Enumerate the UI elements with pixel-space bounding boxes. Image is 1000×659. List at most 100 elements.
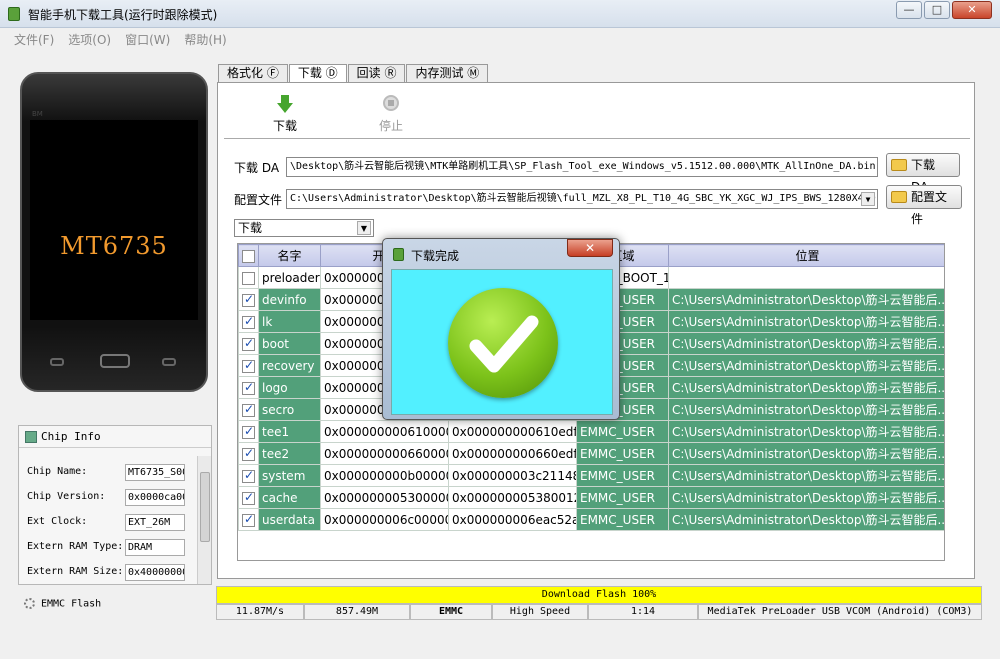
row-checkbox[interactable]: [242, 512, 255, 527]
cell-begin: 0x000000000b000000: [320, 464, 449, 487]
cell-end: 0x000000006eac52a3: [448, 508, 577, 531]
row-checkbox[interactable]: [242, 402, 255, 417]
table-row[interactable]: system0x000000000b0000000x000000003c2114…: [238, 464, 944, 487]
scatter-file-label: 配置文件: [911, 190, 948, 226]
table-row[interactable]: tee10x00000000061000000x000000000610edff…: [238, 420, 944, 443]
menu-key-icon: [50, 358, 64, 366]
cell-name: cache: [258, 486, 321, 509]
mode-select[interactable]: 下载 ▼: [234, 219, 374, 237]
select-all-header[interactable]: [238, 244, 259, 267]
table-row[interactable]: cache0x00000000530000000x000000005380012…: [238, 486, 944, 509]
stop-icon: [383, 95, 399, 111]
row-checkbox-cell[interactable]: [238, 288, 259, 311]
cell-begin: 0x000000006c000000: [320, 508, 449, 531]
download-arrow-icon: [277, 95, 293, 113]
stop-button-label: 停止: [378, 119, 403, 133]
cell-location: [668, 266, 944, 289]
close-button[interactable]: ✕: [952, 1, 992, 19]
row-checkbox[interactable]: [242, 358, 255, 373]
cell-name: tee1: [258, 420, 321, 443]
cell-region: EMMC_USER: [576, 464, 669, 487]
menu-help[interactable]: 帮助(H): [184, 30, 226, 50]
chevron-down-icon: ▼: [357, 221, 371, 235]
tab-readback[interactable]: 回读 Ⓡ: [347, 64, 406, 82]
title-bar: 智能手机下载工具(运行时跟除模式) — □ ✕: [0, 0, 1000, 28]
row-checkbox[interactable]: [242, 314, 255, 329]
scatter-file-button[interactable]: 配置文件: [886, 185, 962, 226]
tab-format[interactable]: 格式化 Ⓕ: [218, 64, 288, 82]
folder-icon: [891, 159, 907, 171]
row-checkbox-cell[interactable]: [238, 266, 259, 289]
cell-location: C:\Users\Administrator\Desktop\筋斗云智能后...: [668, 310, 944, 333]
chip-info-header: Chip Info: [19, 426, 211, 448]
row-checkbox-cell[interactable]: [238, 464, 259, 487]
gear-icon: [24, 598, 35, 609]
minimize-button[interactable]: —: [896, 1, 922, 19]
row-checkbox-cell[interactable]: [238, 486, 259, 509]
menu-window[interactable]: 窗口(W): [125, 30, 170, 50]
row-checkbox-cell[interactable]: [238, 310, 259, 333]
row-checkbox-cell[interactable]: [238, 332, 259, 355]
cell-begin: 0x0000000053000000: [320, 486, 449, 509]
row-checkbox[interactable]: [242, 336, 255, 351]
scatter-label: 配置文件: [234, 193, 283, 207]
row-checkbox[interactable]: [242, 292, 255, 307]
row-checkbox[interactable]: [242, 490, 255, 505]
row-checkbox[interactable]: [242, 468, 255, 483]
row-checkbox[interactable]: [242, 424, 255, 439]
row-checkbox-cell[interactable]: [238, 420, 259, 443]
cell-location: C:\Users\Administrator\Desktop\筋斗云智能后...: [668, 376, 944, 399]
status-time: 1:14: [588, 604, 698, 620]
table-row[interactable]: tee20x00000000066000000x000000000660edff…: [238, 442, 944, 465]
cell-end: 0x000000000610edff: [448, 420, 577, 443]
download-button-label: 下载: [272, 119, 297, 133]
cell-name: logo: [258, 376, 321, 399]
dialog-app-icon: [393, 248, 404, 261]
cell-end: 0x000000003c211483: [448, 464, 577, 487]
status-speed-mode: High Speed: [492, 604, 588, 620]
cell-region: EMMC_USER: [576, 442, 669, 465]
download-button[interactable]: 下载: [260, 95, 310, 134]
phone-screen: [30, 120, 198, 320]
tab-download[interactable]: 下载 Ⓓ: [288, 64, 347, 83]
menu-file[interactable]: 文件(F): [14, 30, 54, 50]
row-checkbox[interactable]: [242, 446, 255, 461]
da-path-field[interactable]: \Desktop\筋斗云智能后视镜\MTK单路刷机工具\SP_Flash_Too…: [286, 157, 878, 177]
row-checkbox[interactable]: [242, 271, 255, 285]
chip-info-title: Chip Info: [41, 430, 101, 443]
download-da-button[interactable]: 下载 DA: [886, 153, 960, 194]
table-row[interactable]: userdata0x000000006c0000000x000000006eac…: [238, 508, 944, 531]
chip-name-label: Chip Name:: [27, 466, 88, 477]
chip-version-value: 0x0000ca00: [125, 489, 185, 506]
stop-button[interactable]: 停止: [366, 95, 416, 134]
ext-clock-label: Ext Clock:: [27, 516, 88, 527]
da-label: 下载 DA: [234, 161, 280, 175]
storage-type: EMMC Flash: [24, 598, 101, 610]
cell-begin: 0x0000000006600000: [320, 442, 449, 465]
back-key-icon: [162, 358, 176, 366]
maximize-button[interactable]: □: [924, 1, 950, 19]
row-checkbox-cell[interactable]: [238, 398, 259, 421]
col-location: 位置: [668, 244, 944, 267]
ram-type-value: DRAM: [125, 539, 185, 556]
dialog-body: [391, 269, 613, 415]
menu-options[interactable]: 选项(O): [68, 30, 111, 50]
row-checkbox-cell[interactable]: [238, 442, 259, 465]
scatter-path-select[interactable]: C:\Users\Administrator\Desktop\筋斗云智能后视镜\…: [286, 189, 878, 209]
cell-location: C:\Users\Administrator\Desktop\筋斗云智能后...: [668, 508, 944, 531]
row-checkbox-cell[interactable]: [238, 508, 259, 531]
tab-memory-test[interactable]: 内存测试 Ⓜ: [406, 64, 489, 82]
select-all-checkbox[interactable]: [242, 249, 255, 263]
ram-size-value: 0x40000000: [125, 564, 185, 581]
toolbar: 下载 停止: [224, 89, 970, 139]
scatter-path-value: C:\Users\Administrator\Desktop\筋斗云智能后视镜\…: [290, 193, 876, 204]
cell-end: 0x000000000660edff: [448, 442, 577, 465]
cell-name: devinfo: [258, 288, 321, 311]
row-checkbox[interactable]: [242, 380, 255, 395]
dialog-close-button[interactable]: ✕: [567, 239, 613, 257]
chip-info-scrollbar[interactable]: [197, 456, 211, 584]
cell-location: C:\Users\Administrator\Desktop\筋斗云智能后...: [668, 398, 944, 421]
scrollbar-thumb[interactable]: [200, 472, 210, 542]
row-checkbox-cell[interactable]: [238, 376, 259, 399]
row-checkbox-cell[interactable]: [238, 354, 259, 377]
